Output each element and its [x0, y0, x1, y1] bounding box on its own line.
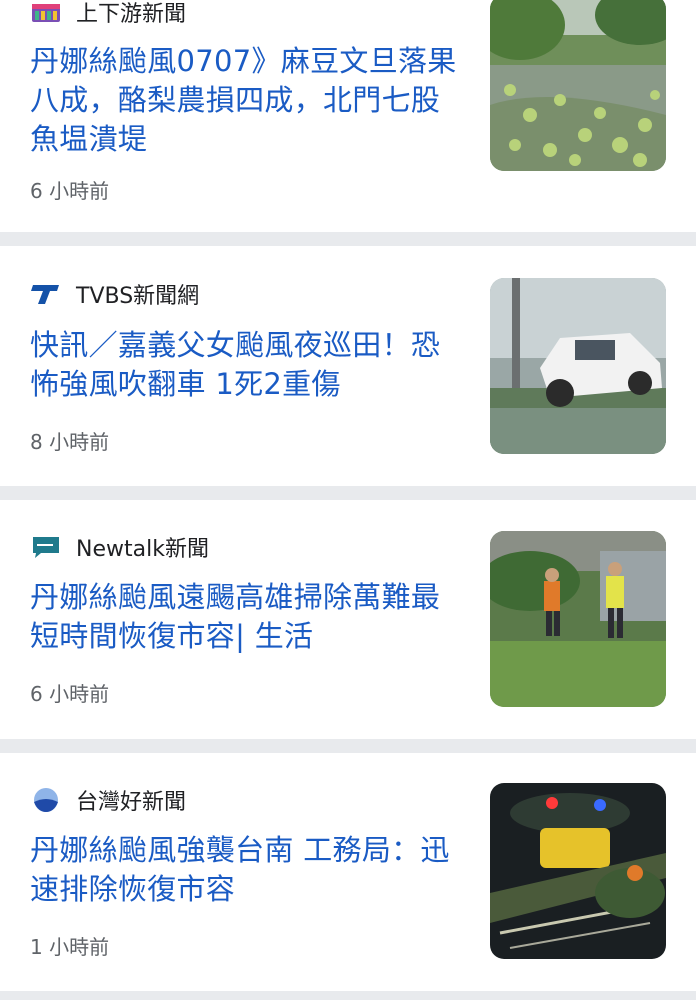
timestamp: 6 小時前: [30, 682, 110, 706]
source-name: TVBS新聞網: [76, 284, 200, 309]
news-card[interactable]: Newtalk新聞 丹娜絲颱風遠颺高雄掃除萬難最短時間恢復市容| 生活 6 小時…: [0, 500, 696, 739]
newtalk-logo-icon: [30, 534, 62, 560]
news-feed: 上下游新聞 丹娜絲颱風0707》麻豆文旦落果八成，酪梨農損四成，北門七股魚塭潰堤…: [0, 0, 696, 1000]
news-card[interactable]: TVBS新聞網 快訊／嘉義父女颱風夜巡田！恐怖強風吹翻車 1死2重傷 8 小時前: [0, 246, 696, 486]
article-thumbnail[interactable]: [490, 531, 666, 707]
newsmarket-logo-icon: [30, 0, 62, 25]
timestamp: 6 小時前: [30, 179, 110, 203]
article-thumbnail[interactable]: [490, 783, 666, 959]
article-thumbnail[interactable]: [490, 278, 666, 454]
headline-link[interactable]: 丹娜絲颱風遠颺高雄掃除萬難最短時間恢復市容| 生活: [30, 578, 462, 656]
tvbs-logo-icon: [30, 281, 62, 307]
article-thumbnail[interactable]: [490, 0, 666, 171]
news-card[interactable]: 台灣好新聞 丹娜絲颱風強襲台南 工務局：迅速排除恢復市容 1 小時前: [0, 753, 696, 991]
news-card[interactable]: 上下游新聞 丹娜絲颱風0707》麻豆文旦落果八成，酪梨農損四成，北門七股魚塭潰堤…: [0, 0, 696, 232]
headline-link[interactable]: 快訊／嘉義父女颱風夜巡田！恐怖強風吹翻車 1死2重傷: [30, 326, 462, 404]
source-row: 台灣好新聞: [30, 785, 186, 815]
source-name: 上下游新聞: [76, 2, 187, 27]
headline-link[interactable]: 丹娜絲颱風0707》麻豆文旦落果八成，酪梨農損四成，北門七股魚塭潰堤: [30, 42, 462, 159]
headline-link[interactable]: 丹娜絲颱風強襲台南 工務局：迅速排除恢復市容: [30, 831, 462, 909]
source-row: Newtalk新聞: [30, 532, 209, 562]
source-row: 上下游新聞: [30, 0, 186, 27]
source-name: Newtalk新聞: [76, 537, 209, 562]
taiwanhot-logo-icon: [30, 787, 62, 813]
timestamp: 1 小時前: [30, 935, 110, 959]
source-row: TVBS新聞網: [30, 279, 199, 309]
source-name: 台灣好新聞: [76, 790, 187, 815]
timestamp: 8 小時前: [30, 430, 110, 454]
